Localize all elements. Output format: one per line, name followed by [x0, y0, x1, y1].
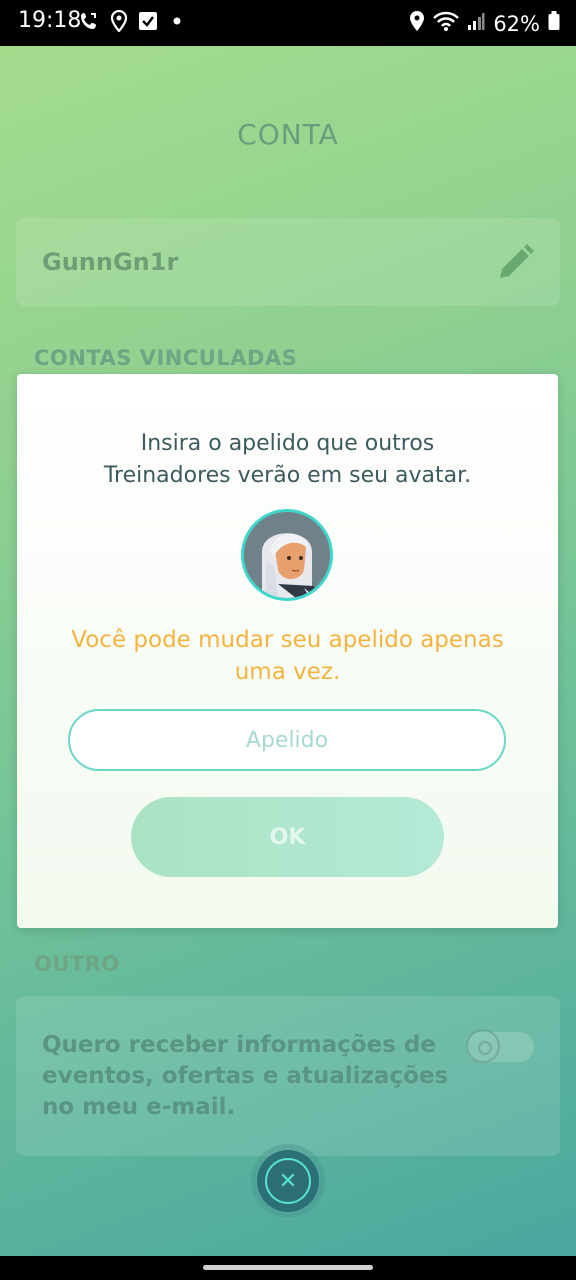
page-title: CONTA [237, 118, 339, 151]
dialog-prompt-line2: Treinadores verão em seu avatar. [103, 463, 472, 488]
battery-percent: 62% [493, 11, 540, 36]
dot-icon [168, 11, 186, 35]
wifi-icon [433, 10, 460, 37]
email-preference-toggle[interactable] [466, 1029, 534, 1063]
ok-button[interactable]: OK [131, 797, 444, 877]
toggle-knob [466, 1029, 500, 1063]
ok-button-label: OK [269, 824, 306, 850]
battery-icon [548, 11, 560, 36]
call-forward-icon [78, 10, 100, 36]
linked-accounts-label: CONTAS VINCULADAS [34, 346, 298, 370]
status-right-icons: 62% [409, 10, 560, 37]
dialog-warning: Você pode mudar seu apelido apenas uma v… [47, 624, 528, 688]
navigation-bar [0, 1256, 576, 1280]
home-gesture-handle[interactable] [203, 1265, 373, 1270]
status-bar: 19:18 62% [0, 0, 576, 46]
dialog-prompt: Insira o apelido que outros Treinadores … [17, 428, 558, 492]
nickname-dialog: Insira o apelido que outros Treinadores … [17, 374, 558, 928]
email-preference-card: Quero receber informações de eventos, of… [16, 996, 560, 1156]
avatar [241, 509, 333, 601]
edit-pencil-icon[interactable] [494, 240, 538, 288]
close-icon: ✕ [265, 1158, 311, 1204]
username-card: GunnGn1r [16, 218, 560, 306]
username-text: GunnGn1r [42, 248, 179, 276]
location-icon [110, 9, 128, 36]
signal-icon [467, 11, 485, 36]
dialog-warning-line2: uma vez. [234, 659, 341, 685]
status-time: 19:18 [18, 8, 82, 33]
email-preference-text: Quero receber informações de eventos, of… [42, 1032, 449, 1120]
status-left-icons [78, 9, 186, 36]
close-button[interactable]: ✕ [257, 1150, 319, 1212]
other-section-label: OUTRO [34, 952, 120, 976]
nickname-input[interactable] [68, 709, 506, 771]
checkbox-icon [138, 11, 158, 35]
location-icon [409, 10, 425, 37]
dialog-warning-line1: Você pode mudar seu apelido apenas [71, 627, 504, 653]
dialog-prompt-line1: Insira o apelido que outros [140, 431, 435, 456]
